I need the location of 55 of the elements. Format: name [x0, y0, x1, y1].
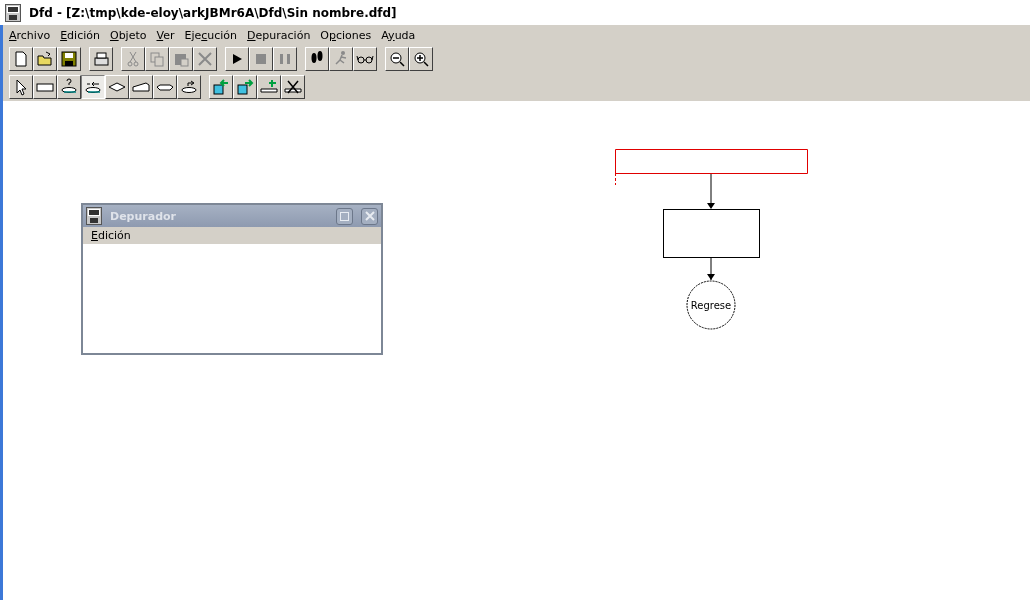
app-logo-icon	[86, 207, 102, 225]
remove-parameter-button[interactable]	[281, 75, 305, 99]
scissors-icon	[124, 50, 142, 68]
menu-item[interactable]: Objeto	[105, 28, 153, 42]
menu-item[interactable]: Opciones	[316, 28, 378, 42]
add-parameter-button[interactable]	[257, 75, 281, 99]
zoom-in-button[interactable]	[409, 47, 433, 71]
menu-item[interactable]: Edición	[56, 28, 106, 42]
menu-item[interactable]: Ejecución	[180, 28, 244, 42]
folder-icon	[36, 50, 54, 68]
app-logo-icon	[5, 3, 21, 22]
new-file-icon	[12, 50, 30, 68]
printer-button[interactable]	[89, 47, 113, 71]
glasses-button[interactable]	[353, 47, 377, 71]
menu-item[interactable]: Ayuda	[377, 28, 422, 42]
play-button[interactable]	[225, 47, 249, 71]
close-icon	[364, 211, 375, 221]
rectangle-button[interactable]	[33, 75, 57, 99]
footprints-button[interactable]	[305, 47, 329, 71]
diamond-button[interactable]	[105, 75, 129, 99]
call-shape-button[interactable]	[153, 75, 177, 99]
zoom-out-button[interactable]	[385, 47, 409, 71]
subprogram-left-icon	[212, 78, 230, 96]
menu-item[interactable]: Depuración	[243, 28, 317, 42]
menu-item[interactable]: Edición	[87, 229, 137, 242]
read-shape-icon	[60, 78, 78, 96]
arrow	[707, 257, 715, 281]
copy-icon	[148, 50, 166, 68]
read-shape-button[interactable]	[57, 75, 81, 99]
cross-icon	[196, 50, 214, 68]
menu-item[interactable]: Ver	[152, 28, 181, 42]
subprogram-right-button[interactable]	[233, 75, 257, 99]
remove-parameter-icon	[284, 78, 302, 96]
pointer-button[interactable]	[9, 75, 33, 99]
arrow	[707, 173, 715, 209]
folder-button[interactable]	[33, 47, 57, 71]
menu-item[interactable]: Archivo	[5, 28, 57, 42]
return-shape-icon	[180, 78, 198, 96]
maximize-icon	[340, 211, 349, 221]
output-shape-button[interactable]	[129, 75, 153, 99]
printer-icon	[92, 50, 110, 68]
debugger-title: Depurador	[110, 209, 177, 223]
zoom-out-icon	[388, 50, 406, 68]
end-label: Regrese	[690, 300, 732, 311]
new-file-button[interactable]	[9, 47, 33, 71]
subprogram-right-icon	[236, 78, 254, 96]
loop-shape-button[interactable]	[81, 75, 105, 99]
window-title: Dfd - [Z:\tmp\kde-eloy\arkJBMr6A\Dfd\Sin nombre.dfd]	[29, 5, 397, 20]
maximize-button[interactable]	[336, 207, 353, 225]
subprogram-left-button[interactable]	[209, 75, 233, 99]
add-parameter-icon	[260, 78, 278, 96]
floppy-disk-button[interactable]	[57, 47, 81, 71]
close-button[interactable]	[361, 207, 378, 225]
return-shape-button[interactable]	[177, 75, 201, 99]
zoom-in-icon	[412, 50, 430, 68]
